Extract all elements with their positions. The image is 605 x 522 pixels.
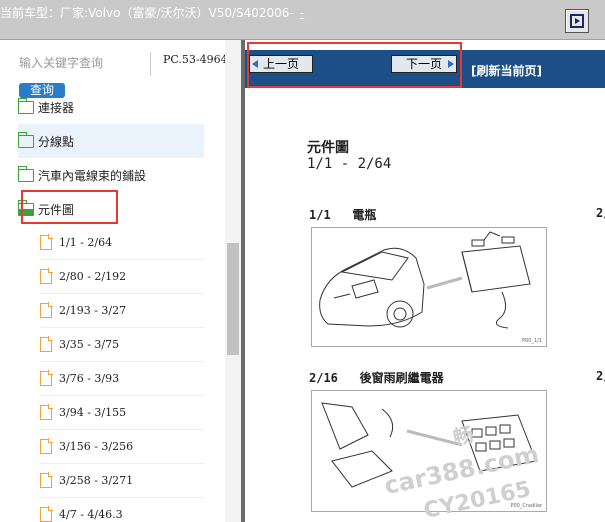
file-icon <box>40 404 53 420</box>
tree-file-label: 3/258 - 3/271 <box>59 474 134 487</box>
tree-file-item[interactable]: 3/258 - 3/271 <box>40 464 204 498</box>
component-caption: 2/16 後窗雨刷繼電器 <box>309 369 444 386</box>
highlight-box-nav <box>247 42 462 88</box>
vehicle-title: 当前车型：厂家:Volvo（富豪/沃尔沃）V50/S402006- - <box>0 4 304 21</box>
tree-file-label: 3/94 - 3/155 <box>59 406 127 419</box>
tree-file-item[interactable]: 2/80 - 2/192 <box>40 260 204 294</box>
tree-file-label: 2/193 - 3/27 <box>59 304 127 317</box>
sidebar-divider <box>150 52 151 76</box>
sidebar: 输入关键字查询 查询 PC.53-4964 連接器 分線點 汽車內電線束的鋪設 … <box>0 40 241 522</box>
file-icon <box>40 234 53 250</box>
sidebar-scrollbar[interactable] <box>225 40 241 522</box>
exit-button[interactable] <box>565 9 589 33</box>
file-icon <box>40 336 53 352</box>
tree-file-label: 3/35 - 3/75 <box>59 338 120 351</box>
folder-icon <box>17 131 34 148</box>
search-input[interactable]: 输入关键字查询 <box>19 54 103 71</box>
tree-file-item[interactable]: 3/35 - 3/75 <box>40 328 204 362</box>
folder-icon <box>17 97 34 114</box>
component-caption-partial: 2/ <box>596 369 605 383</box>
vehicle-name: 厂家:Volvo（富豪/沃尔沃）V50/S402006- <box>60 6 294 20</box>
tree-file-label: 2/80 - 2/192 <box>59 270 127 283</box>
file-icon <box>40 268 53 284</box>
top-bar: 当前车型：厂家:Volvo（富豪/沃尔沃）V50/S402006- - <box>0 0 605 40</box>
tree-folder-label: 汽車內電線束的鋪設 <box>38 168 147 183</box>
component-name: 後窗雨刷繼電器 <box>359 371 444 385</box>
document-range: 1/1 - 2/64 <box>307 156 392 172</box>
tree-folder-connectors[interactable]: 連接器 <box>17 90 204 124</box>
file-icon <box>40 472 53 488</box>
tree-file-item[interactable]: 2/193 - 3/27 <box>40 294 204 328</box>
tree-file-label: 4/7 - 4/46.3 <box>59 508 123 521</box>
search-area: 输入关键字查询 查询 <box>19 54 103 98</box>
tree-file-item[interactable]: 4/7 - 4/46.3 <box>40 498 204 522</box>
file-icon <box>40 370 53 386</box>
vehicle-label: 当前车型： <box>0 6 61 20</box>
file-icon <box>40 302 53 318</box>
component-caption-partial: 2/ <box>596 206 605 220</box>
tree-file-item[interactable]: 3/76 - 3/93 <box>40 362 204 396</box>
folder-icon <box>17 165 34 182</box>
document-title: 元件圖 <box>307 140 349 156</box>
component-name: 電瓶 <box>352 208 377 222</box>
document-code: PC.53-4964 <box>163 53 228 66</box>
exit-icon <box>570 14 584 28</box>
tree-file-label: 3/76 - 3/93 <box>59 372 120 385</box>
component-code: 2/16 <box>309 371 338 385</box>
scrollbar-thumb[interactable] <box>227 243 239 355</box>
tree-file-label: 3/156 - 3/256 <box>59 440 134 453</box>
file-icon <box>40 506 53 522</box>
highlight-box-folder <box>21 190 118 224</box>
document-viewer: 上一页 下一页 [刷新当前页] 元件圖 1/1 - 2/64 1/1 電瓶 2/ <box>245 40 605 522</box>
tree-folder-label: 連接器 <box>38 100 75 115</box>
component-code: 1/1 <box>309 208 331 222</box>
refresh-page-link[interactable]: [刷新当前页] <box>471 62 542 79</box>
tree-file-item[interactable]: 1/1 - 2/64 <box>40 226 204 260</box>
tree-folder-label: 分線點 <box>38 134 75 149</box>
tree-file-item[interactable]: 3/94 - 3/155 <box>40 396 204 430</box>
tree-file-label: 1/1 - 2/64 <box>59 236 113 249</box>
battery-diagram-illustration <box>319 231 531 329</box>
diagram-ref-tag: P00_1/1 <box>522 338 542 344</box>
file-icon <box>40 438 53 454</box>
tree-file-item[interactable]: 3/156 - 3/256 <box>40 430 204 464</box>
vehicle-link[interactable]: - <box>300 6 304 20</box>
tree-folder-splices[interactable]: 分線點 <box>17 124 204 158</box>
component-caption: 1/1 電瓶 <box>309 206 376 223</box>
tree-folder-harness-routing[interactable]: 汽車內電線束的鋪設 <box>17 158 204 192</box>
component-diagram-battery[interactable]: P00_1/1 <box>311 227 547 347</box>
